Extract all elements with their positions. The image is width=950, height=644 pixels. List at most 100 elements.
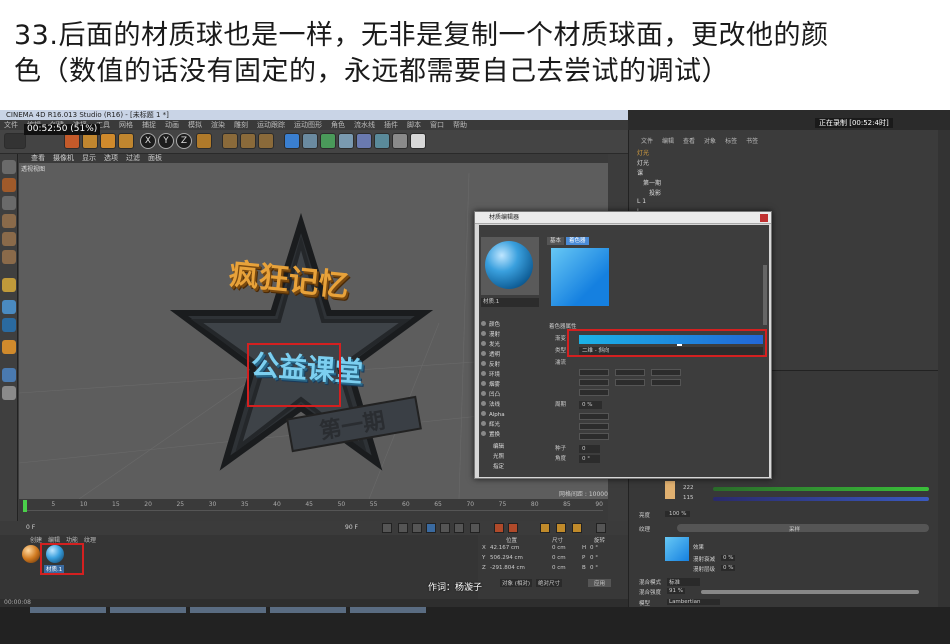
blend-strength-value[interactable]: 91 %	[667, 588, 685, 594]
coord-pos-y[interactable]: 506.294 cm	[490, 555, 523, 561]
coord-apply-button[interactable]: 应用	[588, 579, 612, 587]
goto-end-button[interactable]	[470, 523, 480, 533]
menu-item[interactable]: 帮助	[453, 120, 467, 130]
key-position-button[interactable]	[540, 523, 550, 533]
cycle-value[interactable]: 0 %	[579, 401, 603, 409]
dialog-close-button[interactable]	[760, 214, 768, 222]
viewport-menu-item[interactable]: 选项	[104, 154, 118, 163]
y-axis-button[interactable]: Y	[158, 133, 174, 149]
viewport-menu-item[interactable]: 过滤	[126, 154, 140, 163]
array-button[interactable]	[338, 133, 354, 149]
mode-texture-button[interactable]	[2, 178, 16, 192]
tab-shader[interactable]: 着色器	[566, 237, 589, 245]
next-frame-button[interactable]	[440, 523, 450, 533]
record-button[interactable]	[494, 523, 504, 533]
material-menu-item[interactable]: 纹理	[84, 535, 96, 544]
render-settings-button[interactable]	[258, 133, 274, 149]
workplane-button[interactable]	[2, 340, 16, 354]
object-row[interactable]: L 1	[637, 198, 646, 205]
color-value-g[interactable]: 222	[683, 485, 694, 491]
key-rotate-button[interactable]	[572, 523, 582, 533]
coord-mode-select[interactable]: 对象 (相对)	[500, 579, 533, 587]
playhead[interactable]	[23, 500, 27, 512]
viewport-menu-item[interactable]: 摄像机	[53, 154, 74, 163]
taskbar-button[interactable]	[110, 607, 186, 613]
render-picture-button[interactable]	[240, 133, 256, 149]
coord-rot-b[interactable]: 0 °	[590, 565, 598, 571]
play-button[interactable]	[426, 523, 436, 533]
channel-editor[interactable]: 编辑	[481, 443, 541, 452]
viewport-menu-item[interactable]: 查看	[31, 154, 45, 163]
channel-bump[interactable]: 凹凸	[481, 391, 541, 400]
x-axis-button[interactable]: X	[140, 133, 156, 149]
channel-fog[interactable]: 烟雾	[481, 381, 541, 390]
menu-item[interactable]: 角色	[331, 120, 345, 130]
object-row[interactable]: 灯光	[637, 148, 649, 157]
seed-value[interactable]: 0	[579, 445, 600, 453]
color-value-b[interactable]: 115	[683, 495, 694, 501]
angle-value[interactable]: 0 °	[579, 455, 600, 463]
color-swatch-small[interactable]	[665, 481, 675, 499]
subdivision-button[interactable]	[320, 133, 336, 149]
material-name-field[interactable]: 材质.1	[481, 298, 539, 307]
channel-reflectance[interactable]: 反射	[481, 361, 541, 370]
mode-points-button[interactable]	[2, 214, 16, 228]
channel-assignment[interactable]: 指定	[481, 463, 541, 472]
undo-button[interactable]	[4, 133, 26, 149]
channel-environment[interactable]: 环境	[481, 371, 541, 380]
coord-size-mode-select[interactable]: 绝对尺寸	[536, 579, 563, 587]
viewport-menu-item[interactable]: 面板	[148, 154, 162, 163]
brightness-value[interactable]: 100 %	[665, 511, 691, 517]
taskbar-button[interactable]	[190, 607, 266, 613]
timeline-options-button[interactable]	[596, 523, 606, 533]
rotate-tool-button[interactable]	[100, 133, 116, 149]
taskbar-button[interactable]	[270, 607, 346, 613]
channel-displacement[interactable]: 置换	[481, 431, 541, 440]
floor-button[interactable]	[374, 133, 390, 149]
diffuse-falloff-value[interactable]: 0 %	[721, 555, 736, 561]
object-row[interactable]: 投影	[649, 188, 661, 197]
menu-item[interactable]: 动画	[165, 120, 179, 130]
magnet-button[interactable]	[2, 300, 16, 314]
objmgr-menu-item[interactable]: 对象	[704, 136, 716, 145]
recent-tool-button[interactable]	[118, 133, 134, 149]
viewport-menu-item[interactable]: 显示	[82, 154, 96, 163]
enable-axis-button[interactable]	[2, 278, 16, 292]
blend-strength-slider[interactable]	[701, 590, 919, 594]
light-button[interactable]	[410, 133, 426, 149]
menu-item[interactable]: 渲染	[211, 120, 225, 130]
coord-size-x[interactable]: 0 cm	[552, 545, 566, 551]
channel-luminance[interactable]: 发光	[481, 341, 541, 350]
objmgr-menu-item[interactable]: 标签	[725, 136, 737, 145]
menu-item[interactable]: 脚本	[407, 120, 421, 130]
channel-color[interactable]: 颜色	[481, 321, 541, 330]
taskbar-button[interactable]	[350, 607, 426, 613]
autokey-button[interactable]	[508, 523, 518, 533]
timeline[interactable]: 0 5 10 15 20 25 30 35 40 45 50 55 60 65 …	[19, 499, 608, 521]
objmgr-menu-item[interactable]: 文件	[641, 136, 653, 145]
menu-item[interactable]: 网格	[119, 120, 133, 130]
frame-end[interactable]: 90 F	[345, 524, 358, 531]
taskbar-button[interactable]	[30, 607, 106, 613]
blend-mode-select[interactable]: 标准	[667, 578, 701, 586]
objmgr-menu-item[interactable]: 书签	[746, 136, 758, 145]
coord-rot-h[interactable]: 0 °	[590, 545, 598, 551]
move-tool-button[interactable]	[64, 133, 80, 149]
z-axis-button[interactable]: Z	[176, 133, 192, 149]
channel-transparency[interactable]: 透明	[481, 351, 541, 360]
channel-glow[interactable]: 辉光	[481, 421, 541, 430]
channel-alpha[interactable]: Alpha	[481, 411, 541, 420]
tab-basic[interactable]: 基本	[547, 237, 565, 245]
texture-field[interactable]	[677, 524, 929, 532]
coord-rot-p[interactable]: 0 °	[590, 555, 598, 561]
green-slider[interactable]	[713, 487, 929, 491]
material-ball-orange[interactable]	[22, 545, 40, 563]
prev-frame-button[interactable]	[412, 523, 422, 533]
mode-edges-button[interactable]	[2, 232, 16, 246]
coord-pos-x[interactable]: 42.167 cm	[490, 545, 519, 551]
coord-size-y[interactable]: 0 cm	[552, 555, 566, 561]
render-view-button[interactable]	[222, 133, 238, 149]
mode-axis-button[interactable]	[2, 196, 16, 210]
planar-workplane-button[interactable]	[2, 386, 16, 400]
menu-item[interactable]: 文件	[4, 120, 18, 130]
